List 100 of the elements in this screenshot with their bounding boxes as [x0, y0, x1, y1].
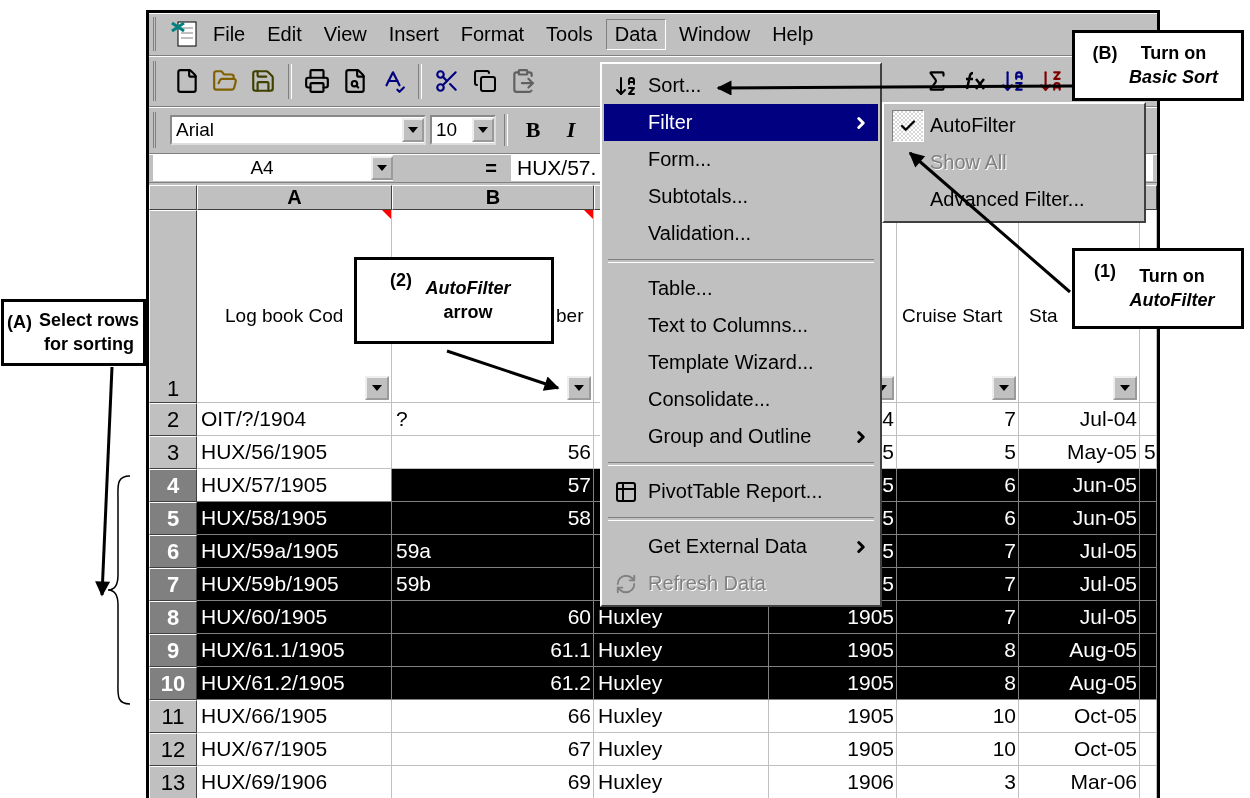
header-text: Log book Cod [225, 305, 344, 327]
table-cell: HUX/60/1905 [197, 601, 392, 634]
table-cell: Jul-05 [1019, 535, 1140, 568]
table-cell: Jul-05 [1019, 601, 1140, 634]
row-header[interactable]: 13 [149, 766, 197, 798]
row-header[interactable]: 12 [149, 733, 197, 766]
table-cell: HUX/56/1905 [197, 436, 392, 469]
menu-item[interactable]: Format [451, 18, 534, 50]
table-cell: 7 [897, 568, 1019, 601]
font-size-select[interactable]: 10 [430, 115, 496, 145]
table-cell: Jul-05 [1019, 568, 1140, 601]
row-header[interactable]: 2 [149, 403, 197, 436]
table-cell: 5 [897, 436, 1019, 469]
table-cell: Oct-05 [1019, 733, 1140, 766]
table-cell: 6 [897, 469, 1019, 502]
menu-item[interactable]: Edit [258, 18, 311, 50]
row-header[interactable]: 5 [149, 502, 197, 535]
table-cell: 1905 [769, 700, 897, 733]
row-header[interactable]: 10 [149, 667, 197, 700]
table-cell: 6 [897, 502, 1019, 535]
row-header[interactable]: 1 [149, 210, 197, 403]
menu-item[interactable]: Data [605, 18, 667, 50]
menu-option[interactable]: Validation... [604, 215, 878, 252]
row-header[interactable]: 8 [149, 601, 197, 634]
menu-item[interactable]: View [314, 18, 376, 50]
table-cell: 7 [897, 601, 1019, 634]
row-header[interactable]: 4 [149, 469, 197, 502]
table-cell: Jul-04 [1019, 403, 1140, 436]
table-cell: HUX/61.1/1905 [197, 634, 392, 667]
table-cell: HUX/58/1905 [197, 502, 392, 535]
table-cell: Aug-05 [1019, 634, 1140, 667]
callout-text: Turn on Basic Sort [1127, 42, 1220, 89]
menu-option[interactable]: Filter [604, 104, 878, 141]
name-box[interactable]: A4 [153, 155, 393, 181]
menu-option[interactable]: Form... [604, 141, 878, 178]
menu-item[interactable]: File [204, 18, 255, 50]
table-cell: HUX/66/1905 [197, 700, 392, 733]
callout-number: (1) [1094, 261, 1116, 282]
table-cell: 7 [897, 403, 1019, 436]
table-cell: 1905 [769, 634, 897, 667]
table-cell: 60 [392, 601, 594, 634]
italic-button[interactable]: I [554, 114, 588, 146]
row-header[interactable]: 6 [149, 535, 197, 568]
header-text: Cruise Start [902, 305, 1003, 327]
table-cell: 5 [1140, 436, 1157, 469]
menu-item[interactable]: Tools [537, 18, 602, 50]
table-cell: 66 [392, 700, 594, 733]
table-cell: 59b [392, 568, 594, 601]
table-cell: Oct-05 [1019, 700, 1140, 733]
table-cell: ? [392, 403, 594, 436]
table-cell: HUX/61.2/1905 [197, 667, 392, 700]
bold-button[interactable]: B [516, 114, 550, 146]
menu-option[interactable]: Sort... [604, 67, 878, 104]
table-cell: 61.1 [392, 634, 594, 667]
row-header[interactable]: 3 [149, 436, 197, 469]
menu-item[interactable]: Insert [379, 18, 448, 50]
table-cell: Jun-05 [1019, 469, 1140, 502]
table-cell: 8 [897, 634, 1019, 667]
table-cell: Huxley [594, 700, 769, 733]
table-cell: 67 [392, 733, 594, 766]
header-text: ber [556, 305, 584, 327]
row-header[interactable]: 11 [149, 700, 197, 733]
header-text: Sta [1029, 305, 1058, 327]
callout-number: (2) [390, 270, 412, 291]
table-cell: 59a [392, 535, 594, 568]
callout-number: (B) [1092, 43, 1118, 64]
table-cell: HUX/67/1905 [197, 733, 392, 766]
table-cell: OIT/?/1904 [197, 403, 392, 436]
table-cell: Huxley [594, 667, 769, 700]
table-cell: 1905 [769, 667, 897, 700]
font-select[interactable]: Arial [170, 115, 426, 145]
table-cell: 7 [897, 535, 1019, 568]
table-cell: HUX/57/1905 [197, 469, 392, 502]
menu-option[interactable]: Table... [604, 270, 878, 307]
table-cell: Huxley [594, 634, 769, 667]
row-header[interactable]: 7 [149, 568, 197, 601]
table-cell: 1905 [769, 733, 897, 766]
column-header[interactable]: B [392, 185, 594, 210]
table-cell: HUX/59b/1905 [197, 568, 392, 601]
menu-item[interactable]: Window [670, 18, 760, 50]
row-header[interactable]: 9 [149, 634, 197, 667]
menu-option[interactable]: Subtotals... [604, 178, 878, 215]
table-cell: Jun-05 [1019, 502, 1140, 535]
menu-option[interactable]: Template Wizard... [604, 344, 878, 381]
table-cell: Aug-05 [1019, 667, 1140, 700]
callout-text: AutoFilter arrow [424, 277, 513, 324]
menu-option[interactable]: AutoFilter [886, 107, 1142, 144]
menu-option[interactable]: Text to Columns... [604, 307, 878, 344]
table-cell: 8 [897, 667, 1019, 700]
table-cell: 56 [392, 436, 594, 469]
equals-sign: = [484, 156, 498, 180]
table-cell: Huxley [594, 733, 769, 766]
callout-text: Turn on AutoFilter [1128, 265, 1217, 312]
table-cell: HUX/59a/1905 [197, 535, 392, 568]
callout-number: (A) [7, 312, 32, 333]
table-cell: May-05 [1019, 436, 1140, 469]
column-header[interactable]: A [197, 185, 392, 210]
table-cell: 10 [897, 700, 1019, 733]
menu-item[interactable]: Help [763, 18, 823, 50]
callout-text: Select rows for sorting [38, 309, 140, 356]
